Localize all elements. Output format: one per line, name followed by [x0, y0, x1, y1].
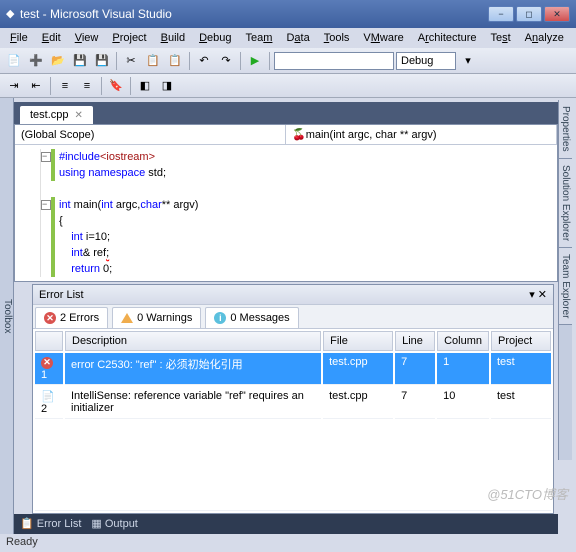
bookmark-icon[interactable]: 🔖 [106, 76, 126, 96]
menu-view[interactable]: View [69, 30, 105, 46]
menu-analyze[interactable]: Analyze [519, 30, 570, 46]
tab-test-cpp[interactable]: test.cpp ✕ [20, 106, 93, 124]
menu-project[interactable]: Project [106, 30, 152, 46]
col-file[interactable]: File [323, 331, 393, 351]
minimize-button[interactable]: − [488, 6, 514, 22]
cut-icon[interactable]: ✂ [121, 51, 141, 71]
error-grid: Description File Line Column Project ✕1 … [33, 329, 553, 513]
comment-icon[interactable]: ≡ [55, 76, 75, 96]
main-toolbar: 📄 ➕ 📂 💾 💾 ✂ 📋 📋 ↶ ↷ ▶ Debug ▾ [0, 48, 576, 74]
toggle2-icon[interactable]: ◨ [157, 76, 177, 96]
redo-icon[interactable]: ↷ [216, 51, 236, 71]
config-dropdown-icon[interactable]: ▾ [458, 51, 478, 71]
solution-combo[interactable] [274, 52, 394, 70]
errors-tab[interactable]: ✕2 Errors [35, 307, 108, 328]
messages-tab[interactable]: i0 Messages [205, 307, 298, 328]
menu-tools[interactable]: Tools [318, 30, 356, 46]
toggle-icon[interactable]: ◧ [135, 76, 155, 96]
warning-icon [121, 313, 133, 323]
menu-debug[interactable]: Debug [193, 30, 237, 46]
menu-bar: File Edit View Project Build Debug Team … [0, 28, 576, 48]
info-icon: i [214, 312, 226, 324]
error-list-title: Error List [39, 289, 84, 301]
error-row[interactable]: 📄2 IntelliSense: reference variable "ref… [35, 387, 551, 419]
menu-test[interactable]: Test [484, 30, 516, 46]
tab-output[interactable]: ▦ Output [91, 517, 137, 530]
bottom-tabs: 📋 Error List ▦ Output [14, 514, 558, 534]
menu-architecture[interactable]: Architecture [412, 30, 483, 46]
code-area[interactable]: #include<iostream> using namespace std; … [15, 145, 557, 281]
indent-icon[interactable]: ⇥ [4, 76, 24, 96]
error-row[interactable]: ✕1 error C2530: "ref" : 必须初始化引用 test.cpp… [35, 353, 551, 385]
col-project[interactable]: Project [491, 331, 551, 351]
open-icon[interactable]: 📂 [48, 51, 68, 71]
document-tabs: test.cpp ✕ [14, 102, 558, 124]
menu-build[interactable]: Build [155, 30, 191, 46]
panel-controls[interactable]: ▾ ✕ [529, 288, 547, 301]
outdent-icon[interactable]: ⇤ [26, 76, 46, 96]
tab-label: test.cpp [30, 109, 69, 121]
solution-explorer-tab[interactable]: Solution Explorer [559, 159, 572, 248]
paste-icon[interactable]: 📋 [165, 51, 185, 71]
undo-icon[interactable]: ↶ [194, 51, 214, 71]
properties-tab[interactable]: Properties [559, 100, 572, 159]
text-editor-toolbar: ⇥ ⇤ ≡ ≡ 🔖 ◧ ◨ [0, 74, 576, 98]
menu-data[interactable]: Data [280, 30, 315, 46]
scope-left[interactable]: (Global Scope) [15, 125, 286, 144]
title-bar: ◆ test - Microsoft Visual Studio − ◻ ✕ [0, 0, 576, 28]
tab-close-icon[interactable]: ✕ [75, 110, 83, 121]
right-sidebar: Properties Solution Explorer Team Explor… [558, 100, 572, 460]
code-editor: (Global Scope) 🍒 main(int argc, char ** … [14, 124, 558, 282]
status-bar: Ready [0, 534, 576, 552]
menu-file[interactable]: File [4, 30, 34, 46]
watermark: @51CTO博客 [487, 484, 568, 503]
app-icon: ◆ [6, 7, 20, 21]
menu-window[interactable]: Window [572, 30, 576, 46]
config-combo[interactable]: Debug [396, 52, 456, 70]
error-icon: ✕ [41, 357, 53, 369]
add-item-icon[interactable]: ➕ [26, 51, 46, 71]
menu-edit[interactable]: Edit [36, 30, 67, 46]
error-icon: ✕ [44, 312, 56, 324]
col-icon[interactable] [35, 331, 63, 351]
uncomment-icon[interactable]: ≡ [77, 76, 97, 96]
menu-vmware[interactable]: VMware [357, 30, 409, 46]
save-all-icon[interactable]: 💾 [92, 51, 112, 71]
new-project-icon[interactable]: 📄 [4, 51, 24, 71]
col-line[interactable]: Line [395, 331, 435, 351]
save-icon[interactable]: 💾 [70, 51, 90, 71]
window-title: test - Microsoft Visual Studio [20, 7, 488, 21]
maximize-button[interactable]: ◻ [516, 6, 542, 22]
warnings-tab[interactable]: 0 Warnings [112, 307, 201, 328]
toolbox-tab[interactable]: Toolbox [0, 98, 14, 534]
menu-team[interactable]: Team [240, 30, 279, 46]
team-explorer-tab[interactable]: Team Explorer [559, 248, 572, 325]
tab-error-list[interactable]: 📋 Error List [20, 517, 81, 530]
close-button[interactable]: ✕ [544, 6, 570, 22]
copy-icon[interactable]: 📋 [143, 51, 163, 71]
scope-right[interactable]: 🍒 main(int argc, char ** argv) [286, 125, 557, 144]
col-description[interactable]: Description [65, 331, 321, 351]
col-column[interactable]: Column [437, 331, 489, 351]
error-list-panel: Error List ▾ ✕ ✕2 Errors 0 Warnings i0 M… [32, 284, 554, 514]
start-debug-icon[interactable]: ▶ [245, 51, 265, 71]
